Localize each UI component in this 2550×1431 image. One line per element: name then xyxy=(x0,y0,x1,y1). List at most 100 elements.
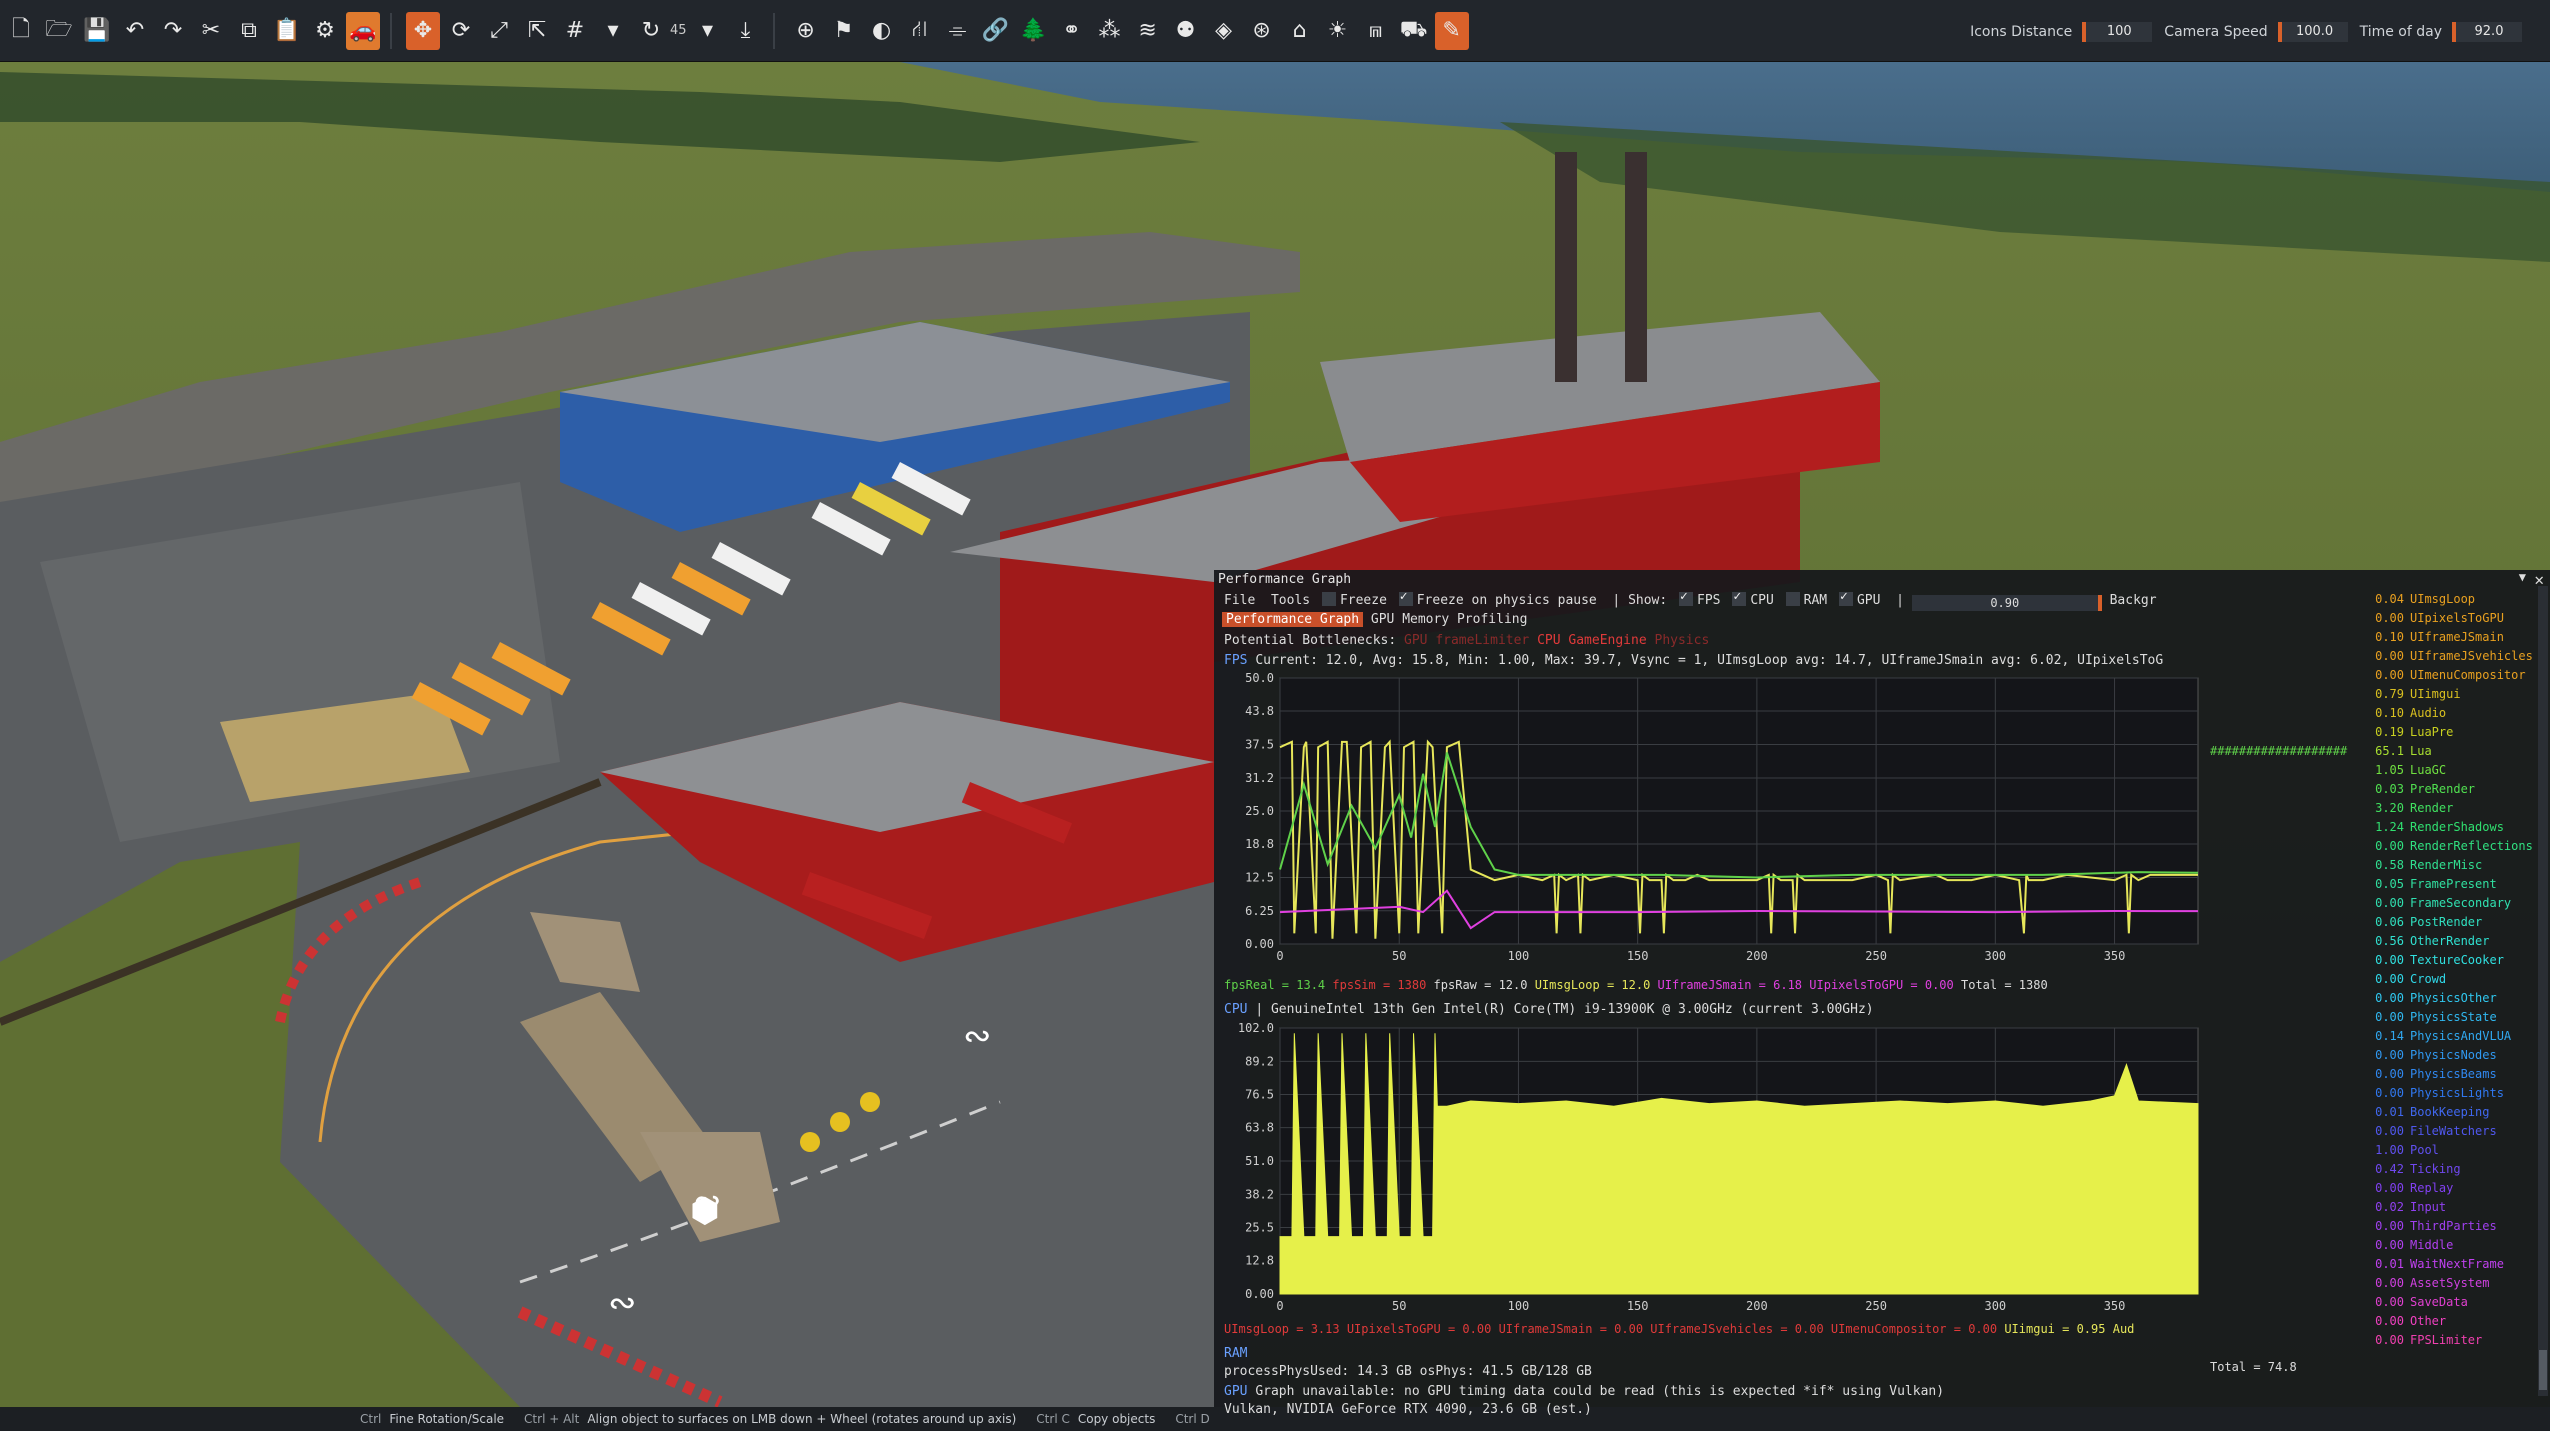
x-tick-label: 150 xyxy=(1627,1299,1649,1313)
timing-item: 0.03 PreRender xyxy=(2210,780,2528,799)
camera-speed-input[interactable]: 100.0 xyxy=(2277,22,2348,42)
y-tick-label: 25.5 xyxy=(1245,1221,1274,1235)
copy-icon[interactable]: ⧉ xyxy=(232,12,266,50)
snap-dropdown-icon[interactable]: ▾ xyxy=(596,12,630,50)
show-ram-checkbox[interactable] xyxy=(1785,592,1800,606)
tab-gpu-memory-profiling[interactable]: GPU Memory Profiling xyxy=(1371,612,1528,627)
node-graph-icon[interactable]: ⚭ xyxy=(1055,12,1089,50)
timing-name: WaitNextFrame xyxy=(2410,1257,2504,1271)
timing-value: 1.24 xyxy=(2375,820,2404,834)
freeze-physics-checkbox[interactable] xyxy=(1398,589,1413,606)
timing-name: Lua xyxy=(2410,744,2432,758)
school-icon[interactable]: ⌂ xyxy=(1283,12,1317,50)
timing-name: PreRender xyxy=(2410,782,2476,796)
timing-item: 0.79 UIimgui xyxy=(2210,685,2528,704)
panel-scrollbar[interactable] xyxy=(2538,586,2548,1396)
freeze-checkbox[interactable] xyxy=(1321,592,1336,606)
fps-stats-row: FPS Current: 12.0, Avg: 15.8, Min: 1.00,… xyxy=(1224,653,2163,668)
cut-icon[interactable]: ✂ xyxy=(194,12,228,50)
ai-path-icon[interactable]: ⚉ xyxy=(1169,12,1203,50)
terrain-paint-icon[interactable]: ◐ xyxy=(865,12,899,50)
save-icon[interactable]: 💾 xyxy=(80,12,114,50)
undo-icon[interactable]: ↶ xyxy=(118,12,152,50)
timing-item: 0.00 TextureCooker xyxy=(2210,951,2528,970)
timing-value: 0.42 xyxy=(2375,1162,2404,1176)
y-tick-label: 0.00 xyxy=(1245,1287,1274,1301)
new-file-icon[interactable]: 🗋 xyxy=(4,12,38,50)
navigation-icon[interactable]: ⊛ xyxy=(1245,12,1279,50)
timing-value: 0.00 xyxy=(2375,668,2404,682)
move-tool-icon[interactable]: ✥ xyxy=(406,11,440,50)
traffic-icon[interactable]: ⛟ xyxy=(1397,12,1431,50)
menu-tools[interactable]: Tools xyxy=(1271,593,1310,608)
opacity-slider[interactable]: 0.90 xyxy=(1911,595,2102,611)
rotation-dropdown-icon[interactable]: ▾ xyxy=(691,12,725,50)
add-object-icon[interactable]: ⊕ xyxy=(789,12,823,50)
cpu-legend-audio: Aud xyxy=(2112,1322,2135,1336)
mesh-road-icon[interactable]: ⁂ xyxy=(1093,12,1127,50)
timing-value: 0.00 xyxy=(2375,611,2404,625)
show-label: Show: xyxy=(1628,593,1668,608)
decal-tool-icon[interactable]: ⌯ xyxy=(941,12,975,50)
menu-file[interactable]: File xyxy=(1224,593,1255,608)
icons-distance-label: Icons Distance xyxy=(1970,24,2073,40)
timing-name: PhysicsNodes xyxy=(2410,1048,2497,1062)
pencil-icon[interactable]: ✎ xyxy=(1434,11,1469,50)
timing-item: 0.00 AssetSystem xyxy=(2210,1274,2528,1293)
cpu-legend-uimenucompositor: UImenuCompositor = 0.00 xyxy=(1830,1322,1998,1336)
timing-item: 0.00 FrameSecondary xyxy=(2210,894,2528,913)
layers-icon[interactable]: ◈ xyxy=(1207,12,1241,50)
show-gpu-checkbox[interactable] xyxy=(1838,589,1853,606)
timing-value: 0.06 xyxy=(2375,915,2404,929)
local-world-icon[interactable]: ⇱ xyxy=(520,12,554,50)
grid-snap-icon[interactable]: # xyxy=(558,12,592,50)
timing-value: 0.00 xyxy=(2375,1295,2404,1309)
open-folder-icon[interactable]: 🗁 xyxy=(42,12,76,50)
window-title: Performance Graph xyxy=(1218,572,1352,587)
timing-item: 0.00 Crowd xyxy=(2210,970,2528,989)
tab-performance-graph[interactable]: Performance Graph xyxy=(1222,612,1364,627)
settings-gear-icon[interactable]: ⚙ xyxy=(308,12,342,50)
paste-icon[interactable]: 📋 xyxy=(270,12,304,50)
timing-value: 1.05 xyxy=(2375,763,2404,777)
bridge-icon[interactable]: ⩎ xyxy=(1359,12,1393,50)
vehicle-mode-icon[interactable]: 🚗 xyxy=(346,11,380,50)
timing-name: UIframeJSvehicles xyxy=(2410,649,2533,663)
bottleneck-cpu: CPU xyxy=(1537,633,1561,648)
drop-to-ground-icon[interactable]: ⤓ xyxy=(729,12,763,50)
icons-distance-input[interactable]: 100 xyxy=(2082,22,2153,42)
rotation-snap-icon[interactable]: ↻ xyxy=(634,12,668,50)
collapse-icon[interactable]: ▼ xyxy=(2519,570,2526,584)
spline-gizmo-icon[interactable]: ∾ xyxy=(693,1181,722,1221)
timing-name: RenderReflections xyxy=(2410,839,2533,853)
show-fps-label: FPS xyxy=(1697,593,1721,608)
y-tick-label: 12.5 xyxy=(1245,871,1274,885)
y-tick-label: 43.8 xyxy=(1245,704,1274,718)
timing-item: 0.01 WaitNextFrame xyxy=(2210,1255,2528,1274)
timing-item: 0.04 UImsgLoop xyxy=(2210,590,2528,609)
show-fps-checkbox[interactable] xyxy=(1679,589,1694,606)
show-cpu-checkbox[interactable] xyxy=(1732,589,1747,606)
spline-gizmo-icon[interactable]: ∾ xyxy=(963,1016,992,1056)
gpu-device: Vulkan, NVIDIA GeForce RTX 4090, 23.6 GB… xyxy=(1224,1402,1592,1417)
scale-tool-icon[interactable]: ⤢ xyxy=(482,12,516,50)
sun-icon[interactable]: ☀ xyxy=(1321,12,1355,50)
timing-name: PhysicsBeams xyxy=(2410,1067,2497,1081)
forest-tool-icon[interactable]: 🌲 xyxy=(1017,12,1051,50)
rotate-tool-icon[interactable]: ⟳ xyxy=(444,12,478,50)
bottleneck-framelimiter: frameLimiter xyxy=(1435,633,1530,648)
river-tool-icon[interactable]: ≋ xyxy=(1131,12,1165,50)
timing-value: 0.00 xyxy=(2375,972,2404,986)
toolbar-divider xyxy=(390,12,392,49)
redo-icon[interactable]: ↷ xyxy=(156,12,190,50)
flag-icon[interactable]: ⚑ xyxy=(827,12,861,50)
road-tool-icon[interactable]: ⛙ xyxy=(903,12,937,50)
spline-gizmo-icon[interactable]: ∾ xyxy=(608,1283,637,1323)
timing-item: 0.00 PhysicsOther xyxy=(2210,989,2528,1008)
timing-item: 0.00 Middle xyxy=(2210,1236,2528,1255)
timing-name: FramePresent xyxy=(2410,877,2497,891)
timing-name: BookKeeping xyxy=(2410,1105,2490,1119)
timing-name: Render xyxy=(2410,801,2454,815)
link-icon[interactable]: 🔗 xyxy=(979,12,1013,50)
time-of-day-input[interactable]: 92.0 xyxy=(2452,22,2522,42)
